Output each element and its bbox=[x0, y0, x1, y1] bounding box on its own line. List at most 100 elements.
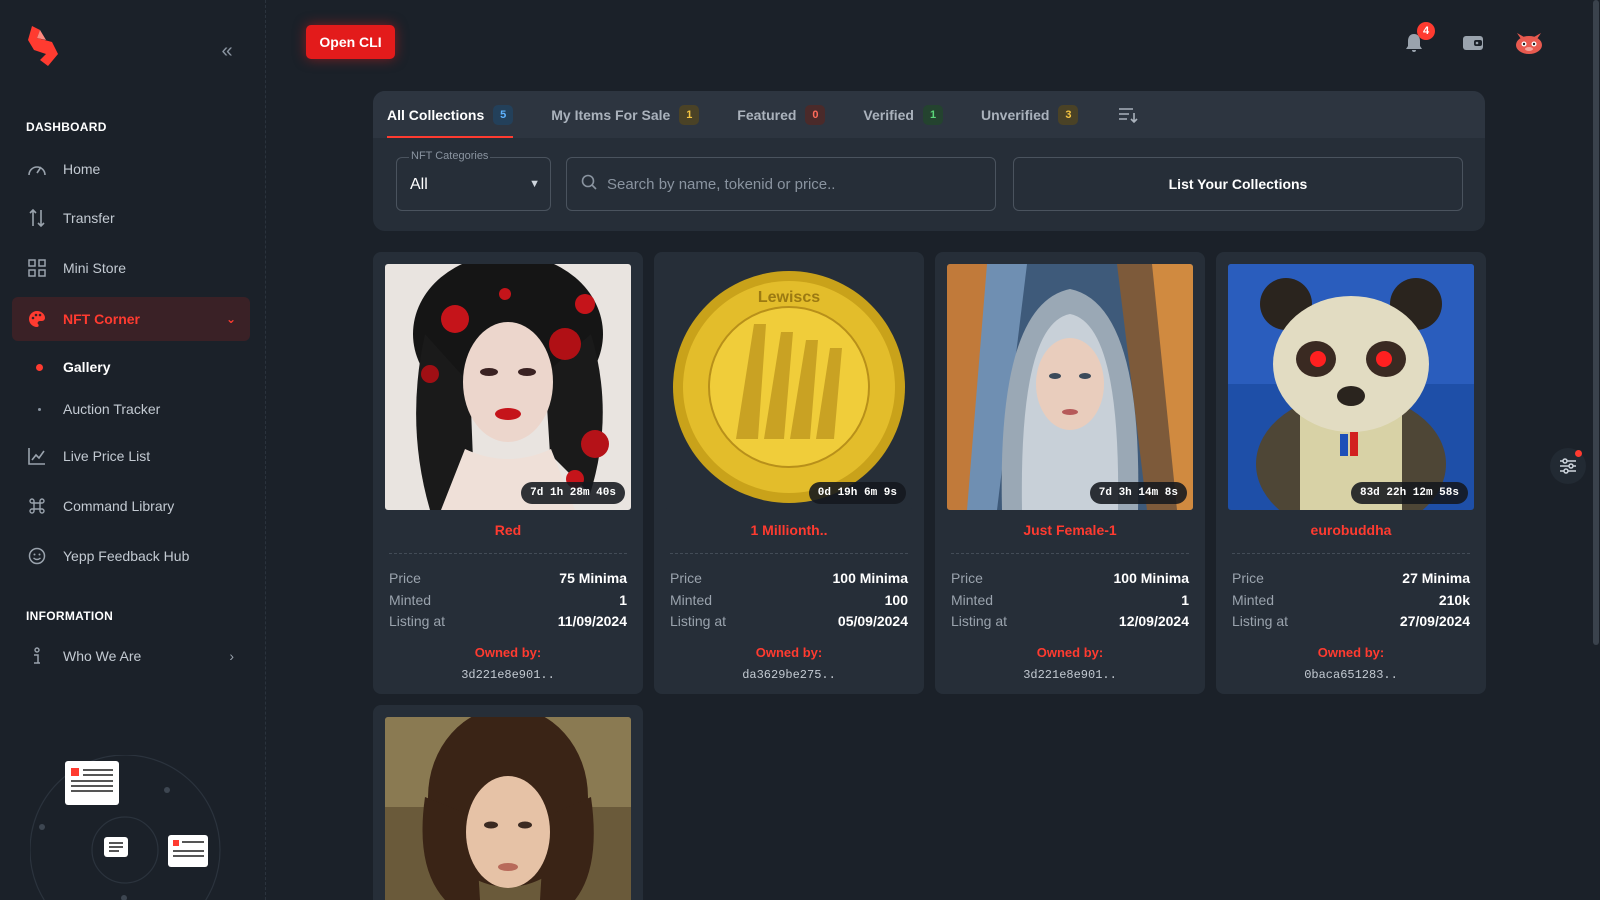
minted-row: Minted 1 bbox=[951, 592, 1189, 608]
coin-inscription: Lewiscs bbox=[758, 289, 820, 306]
nft-name: eurobuddha bbox=[1310, 522, 1392, 538]
listing-row: Listing at 27/09/2024 bbox=[1232, 613, 1470, 629]
divider bbox=[670, 553, 908, 554]
tab-label: Unverified bbox=[981, 106, 1050, 123]
app-logo[interactable] bbox=[26, 24, 60, 68]
category-select-value: All bbox=[410, 176, 428, 193]
minted-row: Minted 100 bbox=[670, 592, 908, 608]
scrollbar-thumb[interactable] bbox=[1593, 0, 1599, 645]
sidebar-item-command-library[interactable]: Command Library bbox=[12, 484, 250, 528]
minted-label: Minted bbox=[389, 592, 432, 608]
sidebar-item-who-we-are[interactable]: Who We Are › bbox=[12, 634, 250, 678]
sidebar-item-live-price-list[interactable]: Live Price List bbox=[12, 434, 250, 478]
nft-category-select[interactable]: NFT Categories All ▼ bbox=[396, 150, 551, 211]
tab-all-collections[interactable]: All Collections 5 bbox=[387, 91, 514, 138]
price-value: 100 Minima bbox=[832, 570, 908, 586]
transfer-icon bbox=[26, 207, 48, 229]
minted-label: Minted bbox=[670, 592, 713, 608]
command-icon bbox=[26, 495, 48, 517]
minted-value: 210k bbox=[1438, 592, 1470, 608]
owner-address: 3d221e8e901.. bbox=[461, 668, 555, 682]
sidebar-subitem-auction-tracker[interactable]: Auction Tracker bbox=[12, 391, 250, 427]
notification-count-badge: 4 bbox=[1417, 22, 1435, 40]
price-label: Price bbox=[670, 570, 702, 586]
sort-list-icon[interactable] bbox=[1116, 103, 1140, 127]
listing-label: Listing at bbox=[670, 613, 727, 629]
divider bbox=[1232, 553, 1470, 554]
chevron-right-icon: › bbox=[229, 648, 234, 664]
tab-label: Verified bbox=[863, 106, 914, 123]
notification-bell-icon[interactable]: 4 bbox=[1401, 22, 1435, 56]
divider bbox=[951, 553, 1189, 554]
minted-label: Minted bbox=[951, 592, 994, 608]
settings-sliders-icon[interactable] bbox=[1550, 448, 1586, 484]
owned-by-label: Owned by: bbox=[474, 645, 542, 660]
sidebar-item-feedback-hub[interactable]: Yepp Feedback Hub bbox=[12, 534, 250, 578]
auction-timer: 7d 1h 28m 40s bbox=[521, 482, 625, 504]
sidebar-item-nft-corner[interactable]: NFT Corner ⌄ bbox=[12, 297, 250, 341]
nft-image bbox=[385, 717, 631, 900]
minted-row: Minted 1 bbox=[389, 592, 627, 608]
nft-card[interactable]: 83d 22h 12m 58s eurobuddha Price 27 Minim… bbox=[1216, 252, 1486, 694]
tab-my-items-for-sale[interactable]: My Items For Sale 1 bbox=[551, 91, 700, 138]
open-cli-button[interactable]: Open CLI bbox=[306, 25, 395, 59]
sidebar-item-label: Home bbox=[63, 161, 101, 177]
owner-address: 0baca651283.. bbox=[1304, 668, 1398, 682]
sidebar-item-label: Gallery bbox=[63, 359, 111, 375]
sidebar-item-label: Who We Are bbox=[63, 648, 142, 664]
listing-row: Listing at 12/09/2024 bbox=[951, 613, 1189, 629]
listing-row: Listing at 11/09/2024 bbox=[389, 613, 627, 629]
price-row: Price 27 Minima bbox=[1232, 570, 1470, 586]
minted-row: Minted 210k bbox=[1232, 592, 1470, 608]
tab-unverified[interactable]: Unverified 3 bbox=[981, 91, 1079, 138]
tab-label: Featured bbox=[737, 106, 797, 123]
listing-value: 05/09/2024 bbox=[837, 613, 908, 629]
grid-icon bbox=[26, 257, 48, 279]
divider bbox=[389, 553, 627, 554]
list-your-collections-button[interactable]: List Your Collections bbox=[1013, 157, 1463, 211]
price-value: 27 Minima bbox=[1402, 570, 1470, 586]
nft-card[interactable]: Lewiscs 0d 19h 6m 9s 1 Millionth.. Price… bbox=[654, 252, 924, 694]
sidebar-item-mini-store[interactable]: Mini Store bbox=[12, 246, 250, 290]
price-row: Price 100 Minima bbox=[670, 570, 908, 586]
price-label: Price bbox=[951, 570, 983, 586]
sidebar-item-transfer[interactable]: Transfer bbox=[12, 196, 250, 240]
nft-card[interactable] bbox=[373, 705, 643, 900]
tab-featured[interactable]: Featured 0 bbox=[737, 91, 826, 138]
sidebar-item-label: Mini Store bbox=[63, 260, 127, 276]
owned-by-label: Owned by: bbox=[1317, 645, 1385, 660]
nft-card[interactable]: 7d 1h 28m 40s Red Price 75 Minima Minted 1… bbox=[373, 252, 643, 694]
tab-label: My Items For Sale bbox=[551, 106, 671, 123]
chevron-down-icon: ⌄ bbox=[225, 312, 236, 326]
minted-value: 100 bbox=[884, 592, 908, 608]
listing-label: Listing at bbox=[951, 613, 1008, 629]
chart-icon bbox=[26, 445, 48, 467]
listing-label: Listing at bbox=[389, 613, 446, 629]
sidebar-item-label: NFT Corner bbox=[63, 311, 140, 327]
sidebar-illustration bbox=[29, 754, 230, 900]
nft-image: Lewiscs 0d 19h 6m 9s bbox=[666, 264, 912, 510]
collapse-sidebar-icon[interactable]: « bbox=[216, 40, 238, 62]
sidebar: « DASHBOARD Home Transfer Mini Store NFT… bbox=[0, 0, 266, 900]
owned-by-label: Owned by: bbox=[755, 645, 823, 660]
tab-count-badge: 1 bbox=[679, 104, 700, 125]
listing-label: Listing at bbox=[1232, 613, 1289, 629]
tab-verified[interactable]: Verified 1 bbox=[863, 91, 943, 138]
sidebar-subitem-gallery[interactable]: Gallery bbox=[12, 349, 250, 385]
search-input[interactable] bbox=[607, 175, 995, 193]
tab-count-badge: 3 bbox=[1058, 104, 1079, 125]
price-value: 100 Minima bbox=[1113, 570, 1189, 586]
chevron-down-icon: ▼ bbox=[529, 178, 540, 190]
listing-value: 11/09/2024 bbox=[557, 613, 627, 629]
price-label: Price bbox=[389, 570, 421, 586]
sidebar-item-home[interactable]: Home bbox=[12, 147, 250, 191]
nft-image: 83d 22h 12m 58s bbox=[1228, 264, 1474, 510]
page-scrollbar[interactable] bbox=[1592, 0, 1600, 900]
nft-card[interactable]: 7d 3h 14m 8s Just Female-1 Price 100 Mini… bbox=[935, 252, 1205, 694]
wallet-icon[interactable] bbox=[1460, 30, 1486, 56]
nft-name: Red bbox=[494, 522, 522, 538]
sidebar-item-label: Auction Tracker bbox=[63, 401, 161, 417]
minted-label: Minted bbox=[1232, 592, 1275, 608]
sidebar-item-label: Command Library bbox=[63, 498, 175, 514]
user-avatar[interactable] bbox=[1513, 30, 1545, 56]
